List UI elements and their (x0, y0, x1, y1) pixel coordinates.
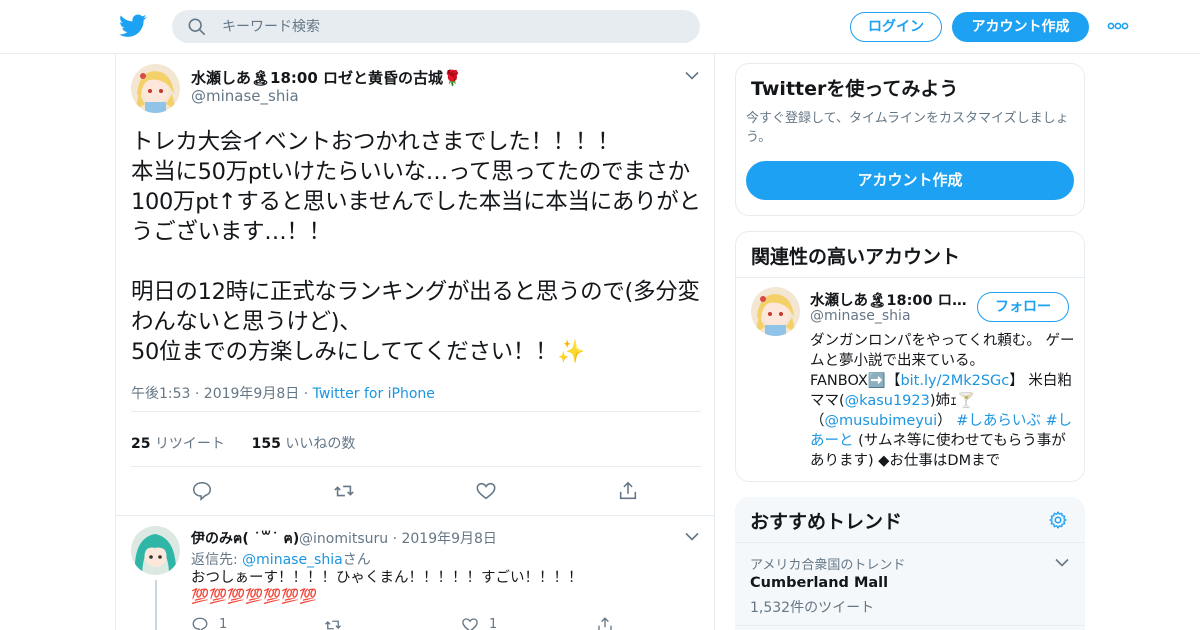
tweet-column: 水瀬しあ🏝18:00 ロゼと黄昏の古城🌹 @minase_shia トレカ大会イ… (115, 54, 715, 630)
related-account-handle[interactable]: @minase_shia (810, 308, 911, 324)
chevron-down-icon[interactable] (685, 71, 699, 80)
tweet-metadata: 午後1:53 · 2019年9月8日 · Twitter for iPhone (131, 383, 435, 403)
reply-to-line: 返信先: @minase_shiaさん (191, 549, 371, 569)
signup-card-button[interactable]: アカウント作成 (746, 161, 1074, 200)
divider (735, 542, 1085, 543)
bio-mention-link[interactable]: @kasu1923 (845, 393, 930, 409)
reply-to-prefix: 返信先: (191, 552, 243, 568)
bio-link[interactable]: bit.ly/2Mk2SGc (900, 373, 1009, 389)
twitter-logo-icon[interactable] (119, 13, 147, 39)
reply-author-avatar[interactable] (131, 526, 180, 575)
retweet-icon[interactable] (324, 616, 342, 630)
reply-to-suffix: さん (342, 552, 371, 568)
author-handle[interactable]: @minase_shia (191, 87, 299, 105)
gear-icon[interactable] (1048, 510, 1068, 530)
related-account-name[interactable]: 水瀬しあ🏝18:00 ロ… (810, 289, 970, 310)
signup-card-title: Twitterを使ってみよう (751, 78, 959, 100)
trends-title: おすすめトレンド (735, 497, 1085, 544)
reply-icon[interactable] (191, 480, 213, 502)
top-navigation-bar: ログイン アカウント作成 (0, 0, 1200, 54)
like-label: いいねの数 (285, 436, 356, 452)
chevron-down-icon[interactable] (1055, 558, 1069, 567)
retweet-icon[interactable] (333, 480, 355, 502)
divider (736, 277, 1084, 278)
author-avatar[interactable] (131, 64, 180, 113)
reply-author-handle[interactable]: @inomitsuru · 2019年9月8日 (299, 528, 497, 548)
search-input[interactable] (222, 10, 682, 43)
more-options-icon[interactable] (1107, 20, 1129, 32)
like-stat[interactable]: 155 いいねの数 (252, 436, 356, 452)
like-count: 155 (251, 436, 281, 452)
trends-card: おすすめトレンド アメリカ合衆国のトレンド Cumberland Mall 1,… (735, 497, 1085, 630)
signup-card: Twitterを使ってみよう 今すぐ登録して、タイムラインをカスタマイズしましょ… (735, 63, 1085, 216)
tweet-timestamp[interactable]: 午後1:53 · 2019年9月8日 (131, 386, 299, 402)
author-name[interactable]: 水瀬しあ🏝18:00 ロゼと黄昏の古城🌹 (191, 67, 462, 88)
like-icon[interactable] (475, 480, 497, 502)
bio-text: ） (937, 413, 957, 429)
tweet-stats: 25 リツイート 155 いいねの数 (131, 433, 355, 453)
signup-card-description: 今すぐ登録して、タイムラインをカスタマイズしましょう。 (746, 111, 1069, 145)
tweet-source-link[interactable]: Twitter for iPhone (313, 386, 435, 402)
reply-author-name[interactable]: 伊のみฅ( ˙꒳˙ ฅ) (191, 528, 299, 550)
reply-icon[interactable] (191, 616, 209, 630)
trend-context: アメリカ合衆国のトレンド (750, 558, 906, 573)
divider (131, 466, 701, 467)
trend-tweet-count: 1,532件のツイート (750, 600, 875, 616)
related-accounts-card: 関連性の高いアカウント 水瀬しあ🏝18:00 ロ… @minase_shia フ… (735, 231, 1085, 482)
follow-button[interactable]: フォロー (977, 292, 1069, 322)
retweet-count: 25 (131, 436, 151, 452)
reply-text: おつしぁーす！！！！ひゃくまん！！！！！すごい！！！！💯💯💯💯💯💯💯 (191, 570, 583, 605)
retweet-label: リツイート (154, 436, 225, 452)
bio-mention-link[interactable]: @musubimeyui (825, 413, 938, 429)
retweet-stat[interactable]: 25 リツイート (131, 436, 225, 452)
chevron-down-icon[interactable] (685, 532, 699, 541)
reply-to-handle-link[interactable]: @minase_shia (242, 552, 343, 568)
like-icon[interactable] (461, 616, 479, 630)
share-icon[interactable] (596, 616, 614, 630)
thread-line (155, 580, 157, 630)
tweet-text: トレカ大会イベントおつかれさまでした！！！！ 本当に50万ptいけたらいいな…っ… (131, 129, 701, 365)
tweet-actions (116, 476, 716, 506)
trend-name[interactable]: Cumberland Mall (750, 575, 888, 591)
divider (131, 411, 701, 412)
reply-like-count: 1 (489, 617, 498, 630)
search-icon (188, 18, 206, 36)
meta-separator: · (303, 386, 309, 402)
related-accounts-title: 関連性の高いアカウント (751, 246, 961, 268)
reply-reply-count: 1 (219, 617, 228, 630)
share-icon[interactable] (617, 480, 639, 502)
signup-button[interactable]: アカウント作成 (952, 12, 1089, 42)
divider (116, 515, 714, 516)
login-button[interactable]: ログイン (850, 12, 942, 42)
divider (735, 625, 1085, 626)
related-account-bio: ダンガンロンパをやってくれ頼む。 ゲームと夢小説で出来ている。 FANBOX➡️… (810, 331, 1075, 471)
related-account-avatar[interactable] (751, 287, 800, 336)
search-bar (172, 10, 700, 43)
